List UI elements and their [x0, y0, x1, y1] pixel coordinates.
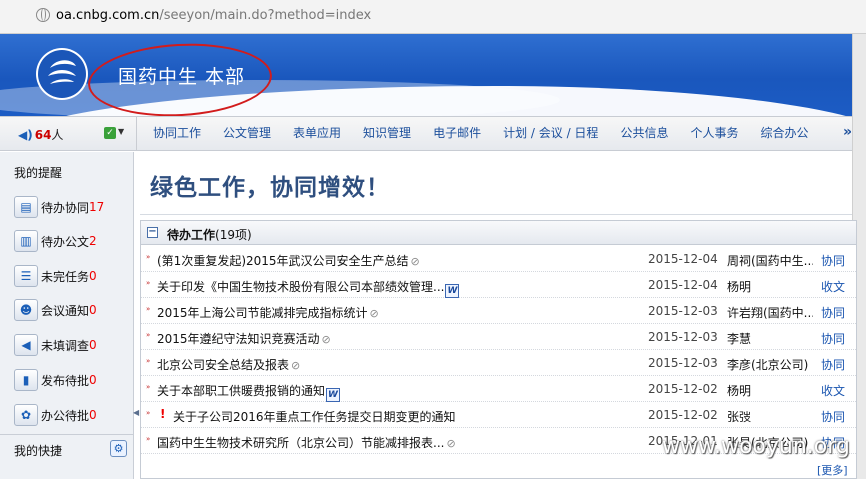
word-doc-icon: W	[326, 388, 341, 402]
word-doc-icon: W	[445, 284, 460, 298]
table-row[interactable]: » 2015年上海公司节能减排完成指标统计 ⊘ 2015-12-03 许岩翔(国药…	[141, 298, 856, 324]
address-bar[interactable]: oa.cnbg.com.cn/seeyon/main.do?method=ind…	[0, 0, 866, 34]
sidebar: 我的提醒 ▤ 待办协同 17 ▥ 待办公文 2 ☰ 未完任务 0 ☻ 会议通知 0 ◀ …	[0, 152, 134, 479]
table-row[interactable]: » 关于印发《中国生物技术股份有限公司本部绩效管理... W 2015-12-04…	[141, 272, 856, 298]
sidebar-item-pending-docs[interactable]: ▥ 待办公文 2	[14, 228, 97, 254]
globe-icon	[36, 8, 50, 22]
arrow-bullet-icon: »	[146, 279, 151, 287]
nav-item-forms[interactable]: 表单应用	[282, 117, 352, 150]
arrow-bullet-icon: »	[146, 435, 151, 443]
reminder-title: 我的提醒	[14, 166, 63, 180]
survey-icon: ◀	[14, 334, 38, 356]
sidebar-item-office-approval[interactable]: ✿ 办公待批 0	[14, 402, 97, 428]
arrow-bullet-icon: »	[146, 331, 151, 339]
document-icon: ▥	[14, 230, 38, 252]
arrow-bullet-icon: »	[146, 383, 151, 391]
collapse-sidebar-icon[interactable]: ◀	[133, 408, 139, 417]
paperclip-icon: ⊘	[369, 307, 379, 320]
sidebar-item-tasks[interactable]: ☰ 未完任务 0	[14, 263, 97, 289]
meeting-icon: ☻	[14, 299, 38, 321]
nav-item-email[interactable]: 电子邮件	[422, 117, 492, 150]
nav-menu: 协同工作 公文管理 表单应用 知识管理 电子邮件 计划 / 会议 / 日程 公共…	[142, 117, 819, 150]
online-status-icon[interactable]: ✓	[104, 127, 116, 139]
chevron-down-icon[interactable]: ▼	[118, 127, 124, 136]
nav-item-knowledge[interactable]: 知识管理	[352, 117, 422, 150]
table-row[interactable]: » 关于本部职工供暖费报销的通知 W 2015-12-02 杨明 收文	[141, 376, 856, 402]
sidebar-item-surveys[interactable]: ◀ 未填调查 0	[14, 332, 97, 358]
company-logo	[36, 48, 88, 100]
nav-item-plan[interactable]: 计划 / 会议 / 日程	[492, 117, 609, 150]
table-row[interactable]: » 2015年遵纪守法知识竞赛活动 ⊘ 2015-12-03 李慧 协同	[141, 324, 856, 350]
paperclip-icon: ⊘	[410, 255, 420, 268]
arrow-bullet-icon: »	[146, 409, 151, 417]
panel-title: 待办工作	[167, 228, 216, 242]
sidebar-item-meetings[interactable]: ☻ 会议通知 0	[14, 297, 97, 323]
nav-item-personal[interactable]: 个人事务	[679, 117, 749, 150]
nav-item-public[interactable]: 公共信息	[609, 117, 679, 150]
office-icon: ✿	[14, 404, 38, 426]
paperclip-icon: ⊘	[446, 437, 456, 450]
paperclip-icon: ⊘	[291, 359, 301, 372]
table-row[interactable]: » ! 关于子公司2016年重点工作任务提交日期变更的通知 2015-12-02…	[141, 402, 856, 428]
more-link[interactable]: [更多]	[817, 462, 848, 478]
url-text[interactable]: oa.cnbg.com.cn/seeyon/main.do?method=ind…	[56, 8, 371, 23]
sidebar-item-publish-approval[interactable]: ▮ 发布待批 0	[14, 367, 97, 393]
online-users[interactable]: ◀) 64人	[18, 126, 63, 143]
panel-header: − 待办工作(19项)	[141, 221, 856, 245]
sidebar-item-pending-collab[interactable]: ▤ 待办协同 17	[14, 194, 104, 220]
nav-item-docs[interactable]: 公文管理	[212, 117, 282, 150]
arrow-bullet-icon: »	[146, 305, 151, 313]
settings-icon[interactable]: ⚙	[110, 440, 127, 457]
important-icon: !	[160, 407, 166, 421]
table-row[interactable]: » 北京公司安全总结及报表 ⊘ 2015-12-03 李彦(北京公司) 协同	[141, 350, 856, 376]
nav-more-button[interactable]: »	[843, 124, 852, 140]
nav-item-office[interactable]: 综合办公	[749, 117, 819, 150]
slogan: 绿色工作，协同增效！	[150, 175, 390, 201]
collab-icon: ▤	[14, 196, 38, 218]
paperclip-icon: ⊘	[321, 333, 331, 346]
task-icon: ☰	[14, 265, 38, 287]
arrow-bullet-icon: »	[146, 253, 151, 261]
top-nav: ◀) 64人 ✓ ▼ 协同工作 公文管理 表单应用 知识管理 电子邮件 计划 / …	[0, 116, 852, 151]
table-row[interactable]: » (第1次重复发起)2015年武汉公司安全生产总结 ⊘ 2015-12-04 周…	[141, 246, 856, 272]
arrow-bullet-icon: »	[146, 357, 151, 365]
nav-item-collab[interactable]: 协同工作	[142, 117, 212, 150]
chart-icon: ▮	[14, 369, 38, 391]
panel-count: (19项)	[215, 228, 252, 242]
collapse-panel-button[interactable]: −	[147, 227, 158, 238]
shortcut-title: 我的快捷	[14, 444, 63, 458]
watermark: www.wooyun.org	[662, 434, 850, 459]
speaker-icon: ◀)	[18, 128, 33, 142]
